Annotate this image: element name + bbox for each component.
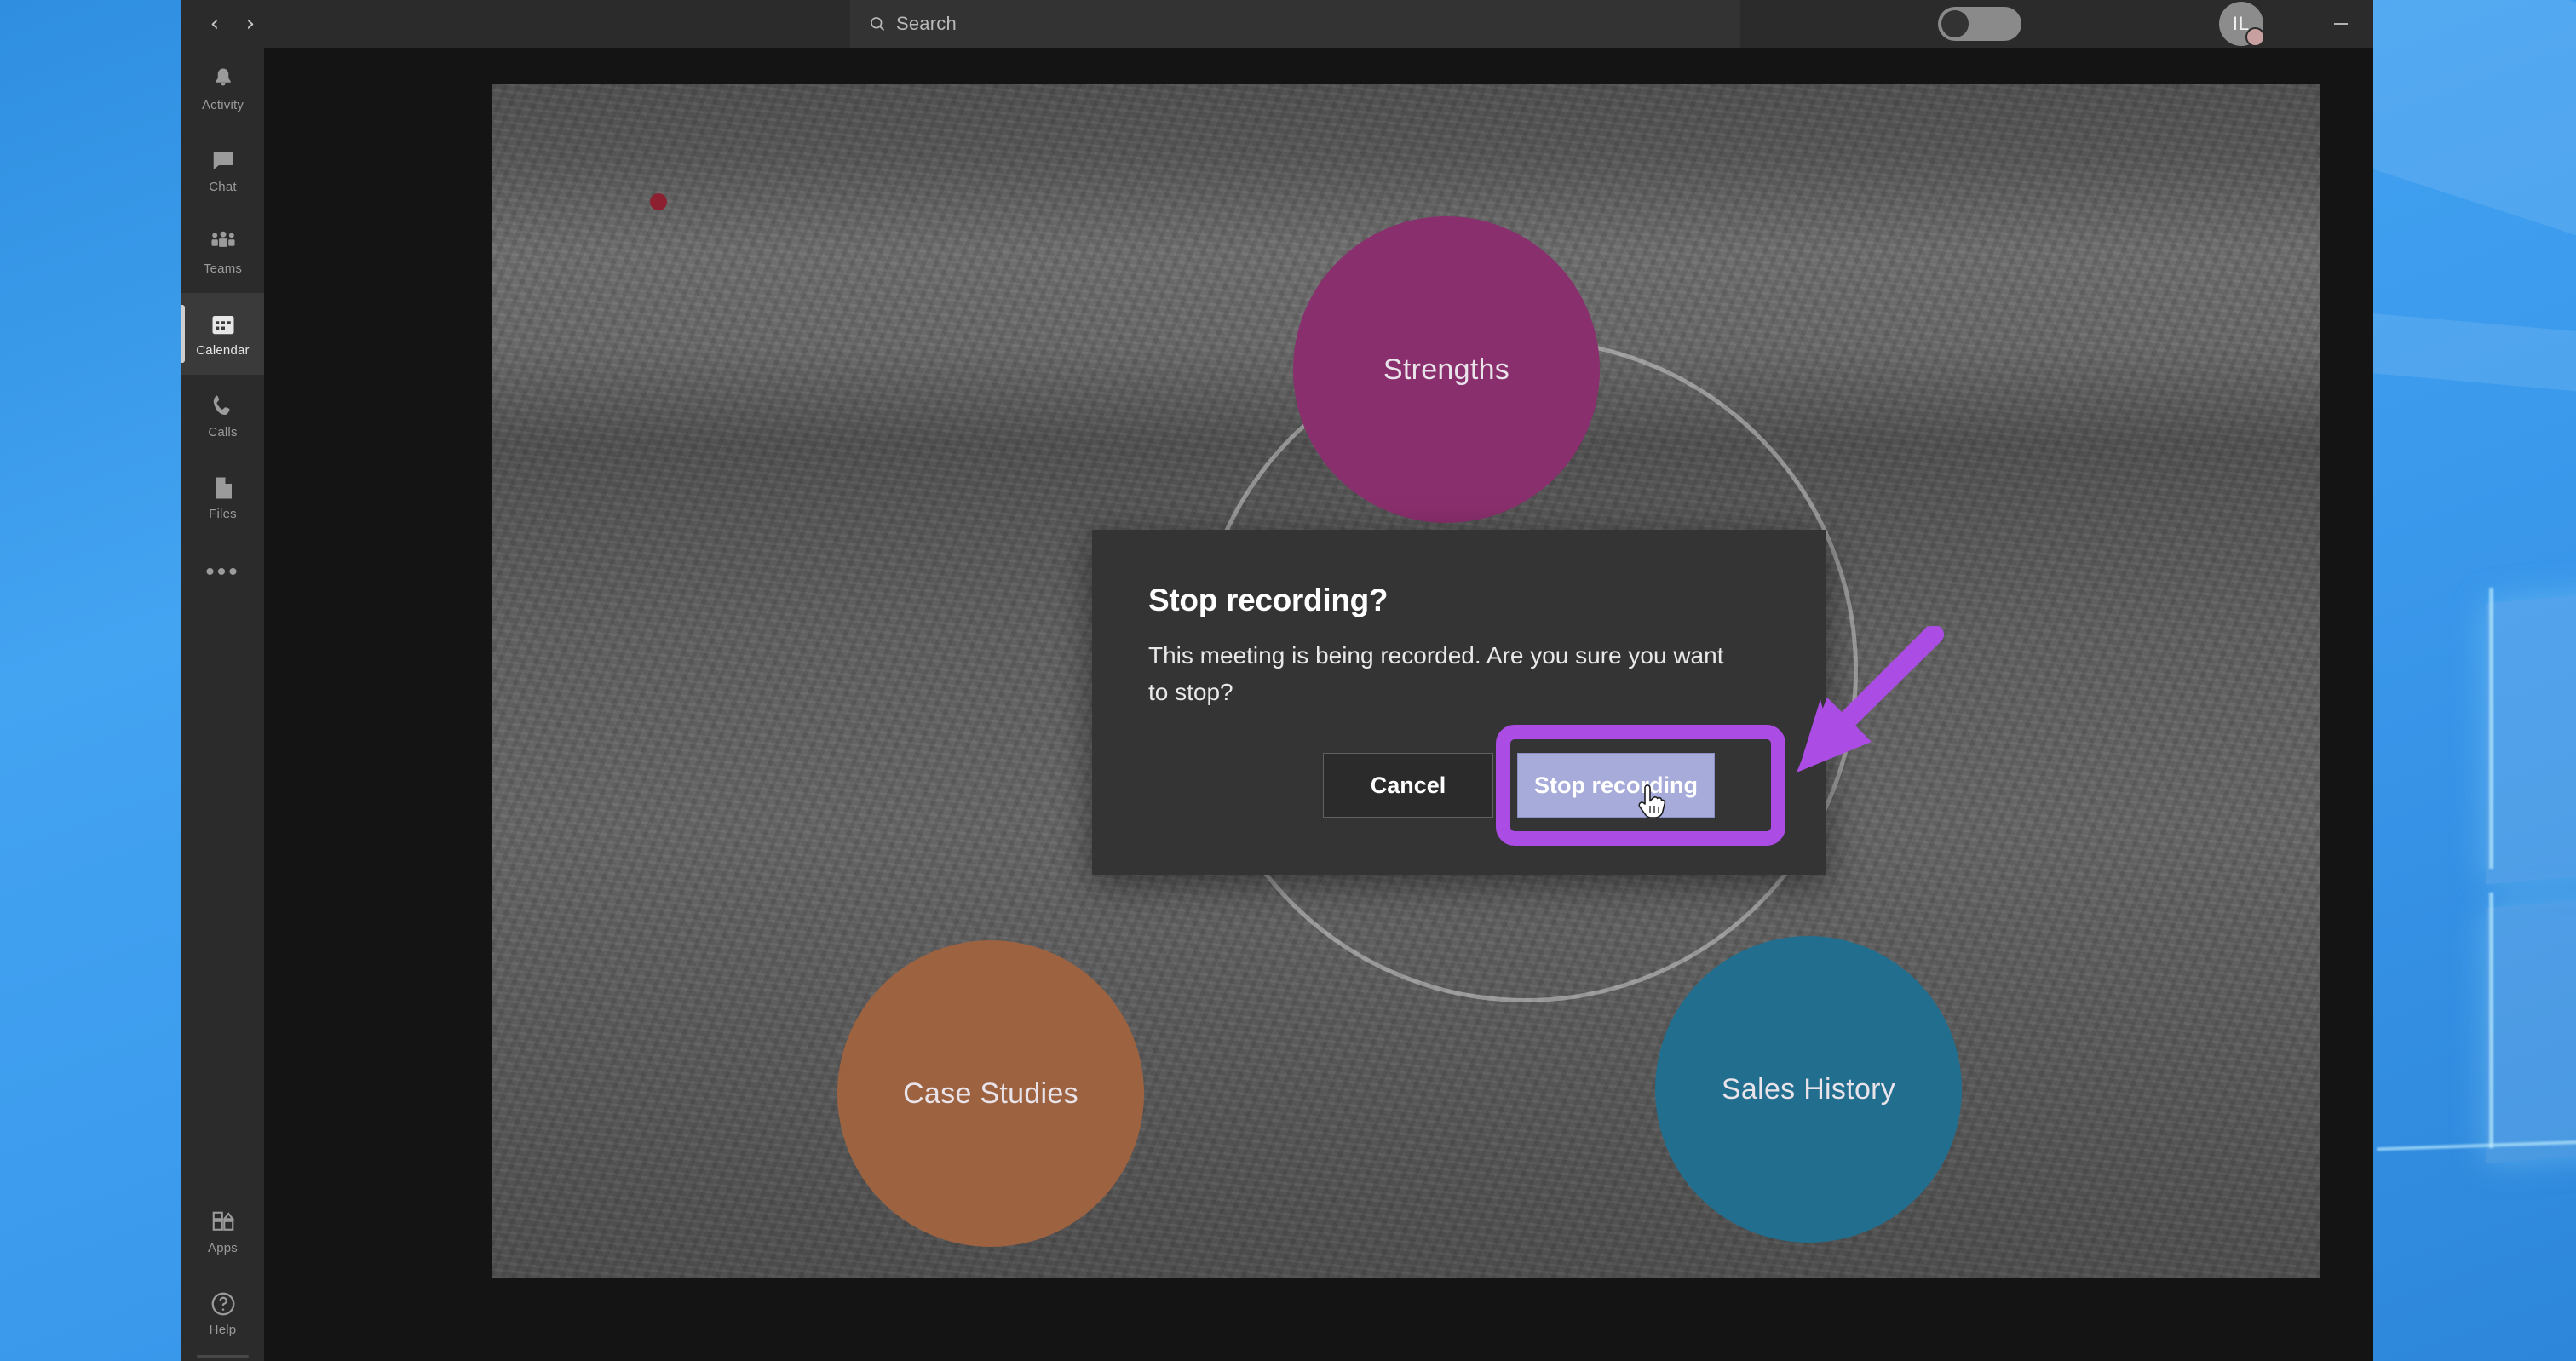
sidebar-item-label: Calls [208,425,238,439]
sidebar-item-label: Teams [203,261,243,276]
phone-icon [209,392,238,421]
diagram-bubble-case-studies[interactable]: Case Studies [837,940,1144,1247]
cancel-button-label: Cancel [1370,772,1446,798]
bubble-label: Strengths [1383,353,1510,386]
toggle-knob [1941,10,1969,37]
sidebar-item-activity[interactable]: Activity [181,48,264,129]
dialog-body-text: This meeting is being recorded. Are you … [1148,642,1724,706]
theme-toggle-switch[interactable] [1938,7,2021,41]
dialog-title: Stop recording? [1148,583,1389,617]
left-navigation-rail: Activity Chat Teams Calendar Calls Files… [181,48,264,1361]
search-icon [871,17,885,32]
search-input[interactable]: Search [850,0,1740,48]
sidebar-item-teams[interactable]: Teams [181,211,264,293]
stop-recording-button-label: Stop recording [1533,772,1698,798]
help-circle-icon [209,1289,238,1318]
more-horizontal-icon[interactable]: ••• [181,538,264,606]
teams-icon [209,228,238,257]
bell-icon [209,65,238,94]
wallpaper-pane [2486,876,2576,1164]
presence-badge [2245,27,2265,47]
back-icon[interactable]: ‹ [204,13,226,35]
sidebar-item-label: Activity [201,98,244,112]
wallpaper-edge [2489,893,2493,1148]
avatar[interactable]: IL [2219,2,2265,47]
rail-bottom-group: Apps Help [181,1191,264,1354]
search-placeholder-text: Search [896,13,957,34]
recording-dot-icon [650,193,667,210]
stop-recording-dialog: Stop recording? This meeting is being re… [1092,530,1826,875]
sidebar-item-label: Help [209,1323,237,1337]
minimize-button[interactable] [2304,0,2373,48]
minimize-icon [2334,23,2348,25]
sidebar-item-apps[interactable]: Apps [181,1191,264,1272]
chat-icon [209,146,238,175]
sidebar-item-files[interactable]: Files [181,457,264,538]
sidebar-item-label: Calendar [196,343,250,358]
teams-app-window: ‹ › Search IL Activity Chat Teams Calend… [181,0,2373,1361]
sidebar-item-calls[interactable]: Calls [181,375,264,457]
sidebar-item-chat[interactable]: Chat [181,129,264,211]
sidebar-item-label: Files [209,507,237,521]
sidebar-item-label: Chat [209,180,237,194]
apps-icon [209,1208,238,1237]
stop-recording-button[interactable]: Stop recording [1517,753,1715,818]
navigation-arrows: ‹ › [204,13,262,35]
diagram-bubble-sales-history[interactable]: Sales History [1655,936,1962,1243]
title-bar: ‹ › Search IL [181,0,2373,48]
bubble-label: Case Studies [903,1077,1078,1110]
files-icon [209,474,238,502]
diagram-bubble-strengths[interactable]: Strengths [1293,216,1600,523]
wallpaper-pane [2486,571,2576,885]
sidebar-item-calendar[interactable]: Calendar [181,293,264,375]
calendar-icon [209,310,238,339]
wallpaper-edge [2489,588,2493,869]
sidebar-item-label: Apps [208,1241,238,1255]
sidebar-item-help[interactable]: Help [181,1272,264,1354]
rail-divider [197,1355,249,1358]
bubble-label: Sales History [1721,1072,1896,1105]
cancel-button[interactable]: Cancel [1323,753,1493,818]
forward-icon[interactable]: › [239,13,262,35]
